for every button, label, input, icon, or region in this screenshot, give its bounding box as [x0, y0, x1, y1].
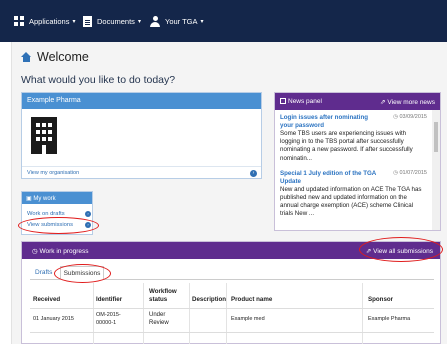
nav-documents-label: Documents	[97, 16, 135, 26]
left-gutter	[0, 42, 12, 344]
chevron-down-icon: ▾	[72, 18, 76, 25]
column-divider	[143, 283, 144, 344]
tab-drafts[interactable]: Drafts	[35, 269, 52, 276]
page-title: Welcome	[21, 50, 89, 64]
column-header-description[interactable]: Description	[192, 296, 226, 304]
building-icon	[31, 117, 57, 154]
nav-applications[interactable]: Applications ▾	[14, 12, 75, 30]
column-header-identifier[interactable]: Identifier	[96, 296, 122, 304]
news-item-date: ◷ 03/09/2015	[393, 114, 427, 130]
news-item-date-label: 01/07/2015	[399, 169, 427, 176]
news-item: Login issues after nominating your passw…	[280, 114, 427, 163]
news-item-date-label: 03/09/2015	[399, 114, 427, 120]
news-panel-title: News panel	[288, 98, 322, 105]
user-icon	[150, 15, 160, 27]
view-organisation-link[interactable]: View my organisation ›	[22, 166, 261, 179]
annotation-circle-submissions-tab	[54, 264, 111, 283]
cell-identifier[interactable]: OM-2015-	[96, 312, 121, 320]
nav-documents[interactable]: Documents ▾	[83, 12, 141, 30]
page-title-text: Welcome	[37, 50, 89, 64]
column-header-product-name[interactable]: Product name	[231, 296, 272, 304]
news-icon	[280, 98, 286, 104]
chevron-down-icon: ▾	[137, 18, 141, 25]
news-list: Login issues after nominating your passw…	[275, 110, 432, 230]
top-navbar: Applications ▾ Documents ▾ Your TGA ▾	[0, 0, 447, 42]
cell-sponsor: Example Pharma	[368, 316, 411, 322]
news-scrollbar[interactable]	[432, 110, 440, 230]
organisation-panel: Example Pharma View my organisation ›	[21, 92, 262, 179]
column-divider	[93, 283, 94, 344]
news-item-title[interactable]: Login issues after nominating your passw…	[280, 114, 380, 130]
column-divider	[226, 283, 227, 344]
column-divider	[362, 283, 363, 344]
arrow-right-icon: ›	[250, 170, 257, 177]
my-work-title: My work	[33, 196, 56, 202]
my-work-header: ▣ My work	[22, 192, 92, 204]
news-item-body: Some TBS users are experiencing issues w…	[280, 130, 413, 162]
nav-applications-label: Applications	[29, 16, 70, 26]
column-header-workflow-status[interactable]: status	[149, 296, 167, 304]
nav-your-tga-label: Your TGA	[165, 16, 198, 26]
view-more-news-label: View more news	[387, 99, 435, 106]
news-item-title[interactable]: Special 1 July edition of the TGA Update	[280, 170, 380, 186]
row-divider	[30, 332, 434, 333]
news-item-body: New and updated information on ACE The T…	[280, 185, 422, 218]
column-header-received[interactable]: Received	[33, 296, 60, 304]
work-in-progress-label: Work in progress	[39, 248, 89, 255]
annotation-circle-view-all-submissions	[359, 237, 443, 262]
nav-your-tga[interactable]: Your TGA ▾	[150, 12, 204, 30]
cell-product-name: Example med	[231, 316, 265, 322]
news-scrollbar-thumb[interactable]	[434, 122, 438, 152]
chevron-down-icon: ▾	[200, 18, 204, 25]
cell-status-line2: Review	[149, 320, 169, 326]
cell-identifier-line2[interactable]: 00000-1	[96, 320, 116, 328]
grid-icon	[14, 16, 24, 26]
cell-received: 01 January 2015	[33, 316, 74, 322]
column-divider	[189, 283, 190, 344]
news-panel: News panel ⇗ View more news Login issues…	[274, 92, 441, 231]
column-header-sponsor[interactable]: Sponsor	[368, 296, 393, 304]
header-row-divider	[30, 308, 434, 309]
home-icon	[21, 52, 32, 62]
organisation-name: Example Pharma	[22, 93, 261, 109]
news-item-date: ◷ 01/07/2015	[393, 170, 427, 186]
news-panel-header: News panel ⇗ View more news	[275, 93, 440, 110]
page-subtitle: What would you like to do today?	[21, 74, 176, 86]
work-in-progress-title: ◷ Work in progress	[32, 247, 89, 255]
arrow-right-icon: ›	[85, 211, 91, 217]
document-icon	[83, 15, 92, 27]
view-more-news-link[interactable]: ⇗ View more news	[380, 98, 435, 106]
annotation-circle-view-submissions	[18, 217, 99, 234]
cell-status: Under	[149, 312, 166, 318]
news-item: Special 1 July edition of the TGA Update…	[280, 170, 427, 219]
view-organisation-label: View my organisation	[27, 170, 80, 176]
column-header-workflow[interactable]: Workflow	[149, 288, 177, 296]
